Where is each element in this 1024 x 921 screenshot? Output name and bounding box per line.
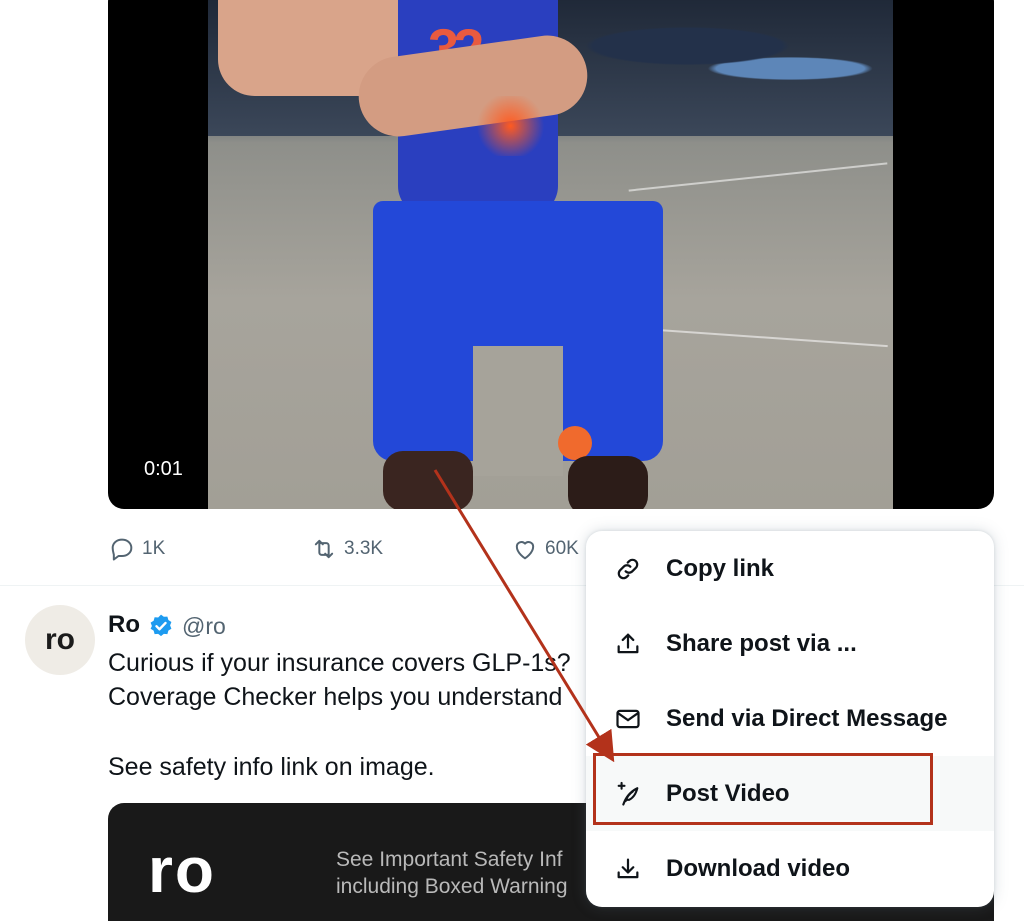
- video-timestamp: 0:01: [144, 458, 183, 480]
- menu-item-download-video[interactable]: Download video: [586, 831, 994, 906]
- reply-button[interactable]: 1K: [108, 535, 165, 563]
- highlight-glow: [473, 96, 548, 156]
- menu-item-share-post[interactable]: Share post via ...: [586, 606, 994, 681]
- court-line: [628, 162, 888, 192]
- repost-icon: [314, 539, 334, 559]
- shorts-gap: [473, 346, 563, 476]
- player-leg: [568, 456, 648, 509]
- post-text-line: Curious if your insurance covers GLP-1s?: [108, 649, 571, 677]
- court-line: [628, 326, 888, 348]
- heart-icon: [515, 541, 535, 560]
- menu-item-label: Download video: [666, 854, 851, 882]
- video-frame: 32: [208, 0, 893, 509]
- share-icon: [617, 633, 639, 653]
- ad-logo: ro: [148, 834, 216, 906]
- like-count: 60K: [545, 538, 579, 559]
- team-logo: [558, 426, 592, 460]
- share-menu: Copy link Share post via ... Send via Di…: [586, 531, 994, 907]
- repost-count: 3.3K: [344, 538, 384, 559]
- like-button[interactable]: 60K: [511, 535, 579, 563]
- author-name[interactable]: Ro: [108, 611, 140, 639]
- video-player[interactable]: 32 0:01: [108, 0, 994, 509]
- post-text-line: Coverage Checker helps you understand: [108, 683, 563, 711]
- download-icon: [617, 858, 639, 878]
- author-handle[interactable]: @ro: [182, 613, 226, 640]
- verified-badge-icon: [150, 614, 172, 637]
- avatar[interactable]: ro: [25, 605, 95, 675]
- annotation-highlight-box: [593, 753, 933, 825]
- envelope-icon: [616, 709, 640, 728]
- ad-text-line: including Boxed Warning: [336, 875, 568, 898]
- menu-item-label: Copy link: [666, 554, 775, 582]
- menu-item-label: Send via Direct Message: [666, 704, 948, 732]
- repost-button[interactable]: 3.3K: [310, 535, 383, 563]
- link-icon: [617, 558, 639, 579]
- reply-icon: [111, 538, 133, 561]
- menu-item-label: Share post via ...: [666, 629, 857, 657]
- player-leg: [383, 451, 473, 509]
- menu-item-direct-message[interactable]: Send via Direct Message: [586, 681, 994, 756]
- reply-count: 1K: [142, 538, 166, 559]
- post-text-line: See safety info link on image.: [108, 753, 435, 781]
- menu-item-copy-link[interactable]: Copy link: [586, 531, 994, 606]
- ad-text-line: See Important Safety Inf: [336, 848, 563, 871]
